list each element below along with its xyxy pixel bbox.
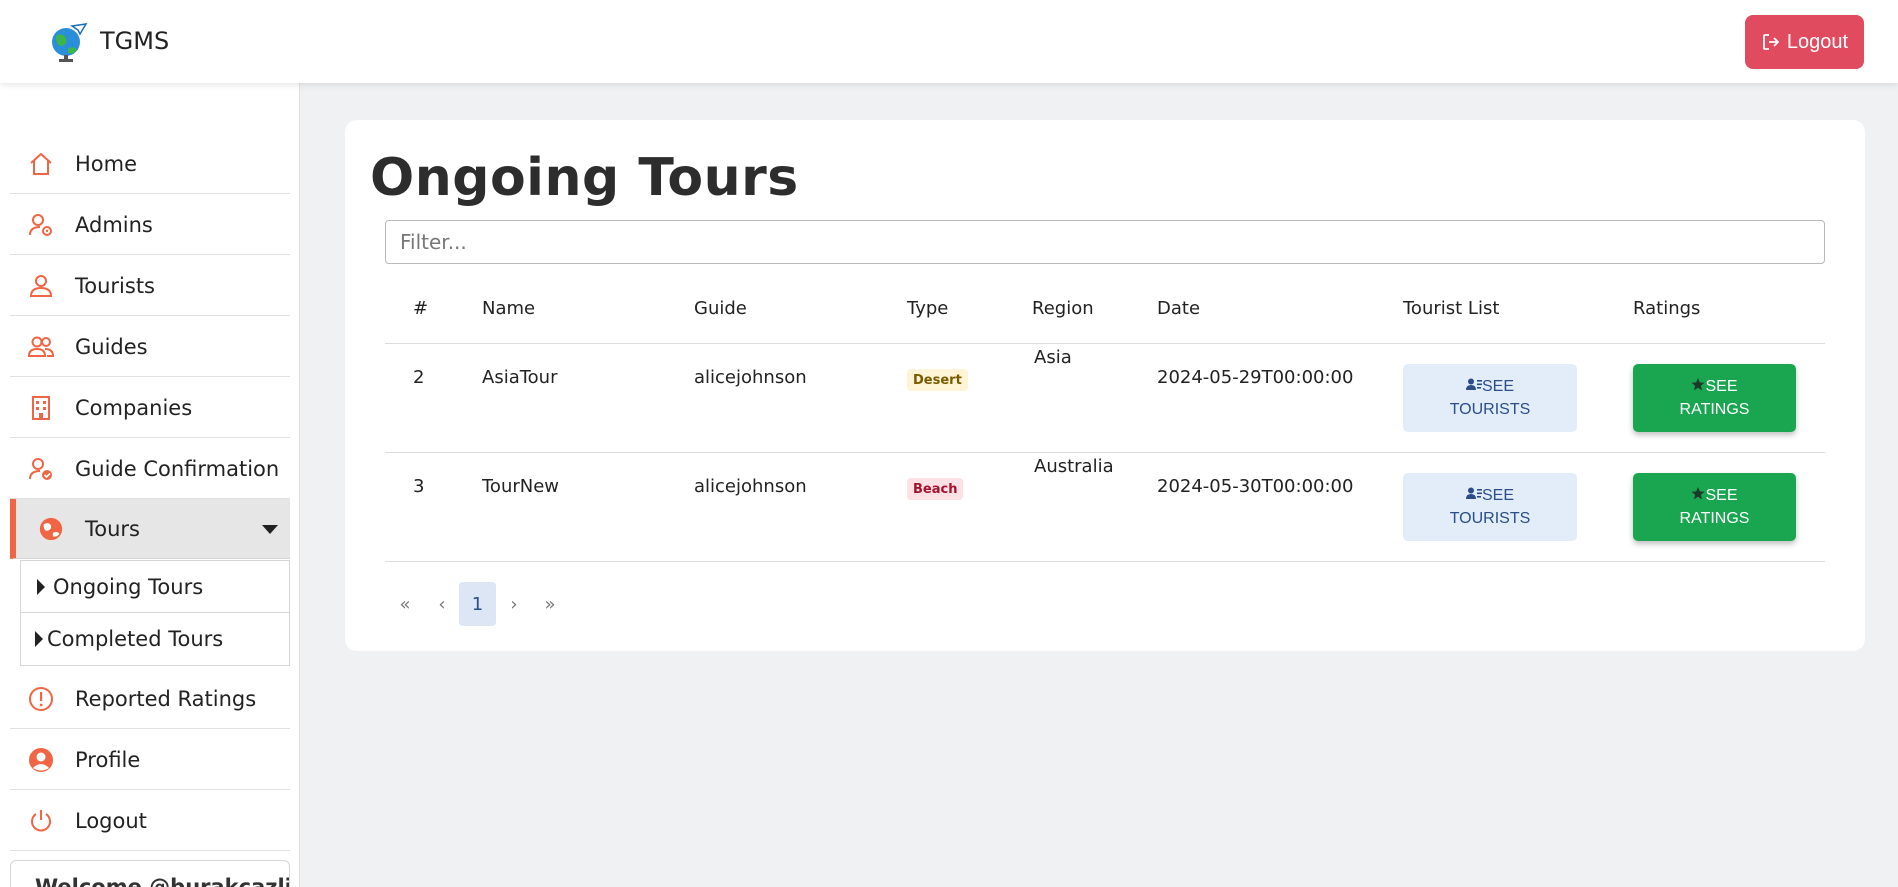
caret-right-icon bbox=[35, 631, 43, 647]
power-icon bbox=[28, 808, 54, 834]
user-list-icon bbox=[1465, 487, 1482, 499]
see-ratings-label-line2: RATINGS bbox=[1679, 401, 1750, 418]
chevron-down-icon[interactable] bbox=[262, 525, 278, 534]
sidebar: Home Admins Tourists Guides Companies Gu… bbox=[0, 83, 300, 887]
sidebar-item-label: Reported Ratings bbox=[75, 686, 257, 711]
see-tourists-label-line1: SEE bbox=[1481, 487, 1514, 504]
column-header-name: Name bbox=[482, 298, 536, 319]
submenu-completed-tours[interactable]: Completed Tours bbox=[20, 613, 290, 666]
sidebar-item-tours[interactable]: Tours bbox=[10, 499, 290, 559]
sidebar-item-logout[interactable]: Logout bbox=[10, 791, 290, 851]
star-icon bbox=[1691, 378, 1705, 391]
cell-region: Australia bbox=[1034, 456, 1114, 477]
alert-circle-icon bbox=[28, 686, 54, 712]
cell-region: Asia bbox=[1034, 347, 1072, 368]
cell-name: AsiaTour bbox=[482, 367, 558, 388]
see-ratings-label-line1: SEE bbox=[1705, 378, 1738, 395]
sidebar-item-guides[interactable]: Guides bbox=[10, 317, 290, 377]
sidebar-item-label: Profile bbox=[75, 747, 141, 772]
globe-plane-logo-icon bbox=[52, 23, 88, 62]
building-icon bbox=[28, 395, 54, 421]
sidebar-item-label: Tours bbox=[85, 516, 140, 541]
cell-date: 2024-05-30T00:00:00 bbox=[1157, 476, 1354, 497]
row-divider bbox=[385, 561, 1825, 562]
see-ratings-button[interactable]: SEE RATINGS bbox=[1633, 364, 1796, 432]
pagination-prev-button[interactable]: ‹ bbox=[432, 582, 452, 626]
user-check-icon bbox=[28, 456, 54, 482]
welcome-box: Welcome @burakcazli bbox=[10, 860, 290, 887]
see-ratings-button[interactable]: SEE RATINGS bbox=[1633, 473, 1796, 541]
user-icon bbox=[28, 273, 54, 299]
user-list-icon bbox=[1465, 378, 1482, 390]
sidebar-item-label: Logout bbox=[75, 808, 147, 833]
globe-icon bbox=[38, 516, 64, 542]
sidebar-item-label: Companies bbox=[75, 395, 193, 420]
sidebar-item-home[interactable]: Home bbox=[10, 134, 290, 194]
type-badge: Desert bbox=[907, 369, 968, 391]
submenu-label: Ongoing Tours bbox=[53, 574, 204, 599]
cell-id: 2 bbox=[413, 367, 425, 388]
sidebar-item-label: Home bbox=[75, 151, 138, 176]
cell-guide: alicejohnson bbox=[694, 476, 807, 497]
sidebar-item-companies[interactable]: Companies bbox=[10, 378, 290, 438]
sidebar-item-reported-ratings[interactable]: Reported Ratings bbox=[10, 669, 290, 729]
header-divider bbox=[385, 343, 1825, 344]
logout-button-label: Logout bbox=[1786, 30, 1849, 53]
filter-input[interactable] bbox=[385, 220, 1825, 264]
column-header-date: Date bbox=[1157, 298, 1201, 319]
user-circle-icon bbox=[28, 747, 54, 773]
column-header-tourist-list: Tourist List bbox=[1403, 298, 1500, 319]
top-navbar: TGMS Logout bbox=[0, 0, 1898, 83]
ongoing-tours-card: Ongoing Tours # Name Guide Type Region D… bbox=[345, 120, 1865, 651]
logout-button[interactable]: Logout bbox=[1745, 15, 1864, 69]
brand-name: TGMS bbox=[100, 27, 170, 55]
column-header-type: Type bbox=[907, 298, 949, 319]
sidebar-item-guide-confirmation[interactable]: Guide Confirmation bbox=[10, 439, 290, 499]
column-header-number: # bbox=[413, 298, 429, 319]
cell-date: 2024-05-29T00:00:00 bbox=[1157, 367, 1354, 388]
type-badge: Beach bbox=[907, 478, 964, 500]
sidebar-item-label: Guide Confirmation bbox=[75, 456, 280, 481]
page-title: Ongoing Tours bbox=[370, 148, 799, 208]
see-tourists-label-line2: TOURISTS bbox=[1449, 401, 1531, 418]
sidebar-item-label: Guides bbox=[75, 334, 148, 359]
submenu-label: Completed Tours bbox=[47, 627, 224, 651]
row-divider bbox=[385, 452, 1825, 453]
logout-icon bbox=[1763, 34, 1780, 50]
see-tourists-button[interactable]: SEE TOURISTS bbox=[1403, 473, 1577, 541]
pagination-next-button[interactable]: › bbox=[504, 582, 524, 626]
caret-right-icon bbox=[37, 578, 45, 595]
submenu-ongoing-tours[interactable]: Ongoing Tours bbox=[20, 560, 290, 613]
column-header-region: Region bbox=[1032, 298, 1094, 319]
brand[interactable]: TGMS bbox=[48, 20, 169, 62]
sidebar-item-admins[interactable]: Admins bbox=[10, 195, 290, 255]
sidebar-item-label: Admins bbox=[75, 212, 153, 237]
home-icon bbox=[28, 151, 54, 177]
pagination-first-button[interactable]: « bbox=[395, 582, 415, 626]
cell-id: 3 bbox=[413, 476, 425, 497]
see-tourists-label-line2: TOURISTS bbox=[1449, 510, 1531, 527]
pagination-last-button[interactable]: » bbox=[540, 582, 560, 626]
sidebar-item-label: Tourists bbox=[75, 273, 156, 298]
sidebar-item-profile[interactable]: Profile bbox=[10, 730, 290, 790]
user-gear-icon bbox=[28, 212, 54, 238]
star-icon bbox=[1691, 487, 1705, 500]
cell-guide: alicejohnson bbox=[694, 367, 807, 388]
column-header-guide: Guide bbox=[694, 298, 747, 319]
see-ratings-label-line2: RATINGS bbox=[1679, 510, 1750, 527]
users-icon bbox=[28, 334, 54, 360]
pagination-page-1[interactable]: 1 bbox=[459, 582, 496, 626]
cell-name: TourNew bbox=[482, 476, 560, 497]
column-header-ratings: Ratings bbox=[1633, 298, 1701, 319]
see-tourists-button[interactable]: SEE TOURISTS bbox=[1403, 364, 1577, 432]
sidebar-item-tourists[interactable]: Tourists bbox=[10, 256, 290, 316]
see-ratings-label-line1: SEE bbox=[1705, 487, 1738, 504]
see-tourists-label-line1: SEE bbox=[1481, 378, 1514, 395]
